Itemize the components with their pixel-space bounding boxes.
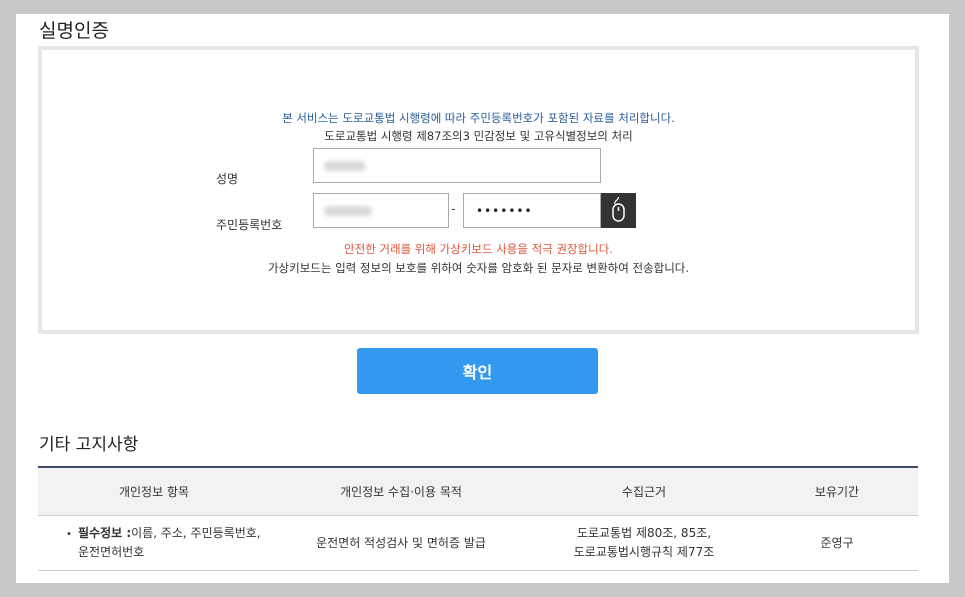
header-purpose: 개인정보 수집·이용 목적: [270, 466, 532, 516]
mouse-icon: [612, 196, 625, 222]
items-line-1: 이름, 주소, 주민등록번호,: [131, 526, 261, 540]
page-container: 실명인증 본 서비스는 도로교통법 시행령에 따라 주민등록번호가 포함된 자료…: [16, 14, 949, 583]
name-input-blurred-value: [324, 161, 366, 171]
virtual-keyboard-warning: 안전한 거래를 위해 가상키보드 사용을 적극 권장합니다.: [344, 242, 613, 256]
required-label: 필수정보 :: [78, 526, 132, 540]
other-notice-title: 기타 고지사항: [39, 435, 139, 455]
legal-basis-cell: 도로교통법 제80조, 85조, 도로교통법시행규칙 제77조: [532, 515, 756, 571]
notice-line-1: 본 서비스는 도로교통법 시행령에 따라 주민등록번호가 포함된 자료를 처리합…: [282, 111, 675, 125]
name-label: 성명: [216, 172, 239, 186]
rrn-label: 주민등록번호: [216, 218, 283, 232]
real-name-auth-box: 본 서비스는 도로교통법 시행령에 따라 주민등록번호가 포함된 자료를 처리합…: [38, 46, 919, 334]
personal-info-items-cell: • 필수정보 :이름, 주소, 주민등록번호, 운전면허번호: [38, 515, 270, 571]
section-title: 실명인증: [39, 20, 109, 42]
virtual-keyboard-button[interactable]: [601, 193, 636, 228]
retention-cell: 준영구: [756, 515, 918, 571]
rrn-back-input[interactable]: [463, 193, 601, 228]
header-legal-basis: 수집근거: [532, 466, 756, 516]
notice-line-2: 도로교통법 시행령 제87조의3 민감정보 및 고유식별정보의 처리: [324, 129, 633, 143]
basis-line-1: 도로교통법 제80조, 85조,: [576, 526, 712, 540]
virtual-keyboard-info: 가상키보드는 입력 정보의 보호를 위하여 숫자를 암호화 된 문자로 변환하여…: [267, 261, 690, 275]
rrn-separator: -: [451, 202, 456, 217]
basis-line-2: 도로교통법시행규칙 제77조: [573, 545, 715, 559]
privacy-notice-table: 개인정보 항목 개인정보 수집·이용 목적 수집근거 보유기간 • 필수정보 :…: [38, 466, 918, 571]
confirm-button[interactable]: 확인: [357, 348, 598, 394]
header-retention-period: 보유기간: [756, 466, 918, 516]
table-header-row: 개인정보 항목 개인정보 수집·이용 목적 수집근거 보유기간: [38, 466, 918, 516]
bullet: •: [66, 529, 72, 540]
header-personal-info-item: 개인정보 항목: [38, 466, 270, 516]
table-row: • 필수정보 :이름, 주소, 주민등록번호, 운전면허번호 운전면허 적성검사…: [38, 515, 918, 571]
items-line-2: 운전면허번호: [78, 545, 145, 559]
rrn-front-blurred-value: [324, 206, 372, 216]
purpose-cell: 운전면허 적성검사 및 면허증 발급: [270, 515, 532, 571]
